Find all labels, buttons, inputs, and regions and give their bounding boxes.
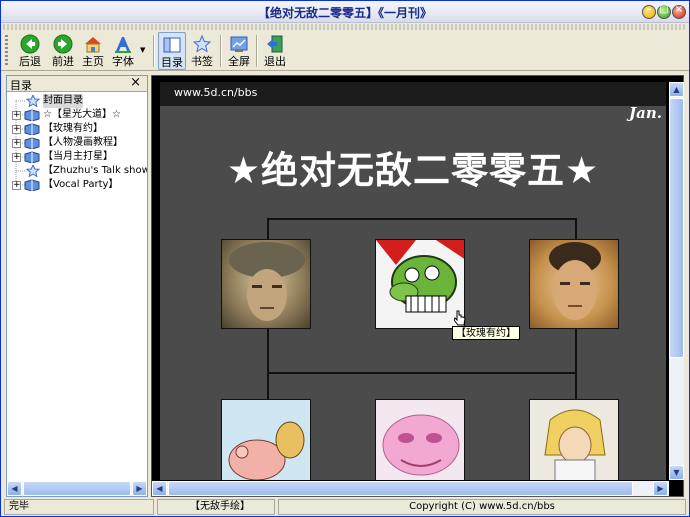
fullscreen-label: 全屏 (228, 55, 250, 68)
expand-icon[interactable]: + (12, 111, 21, 120)
green-monster-image (376, 240, 464, 313)
scroll-left-icon[interactable]: ◀ (7, 481, 22, 496)
thumbnail-soldier[interactable] (221, 239, 311, 329)
toc-tree: 封面目录 + ☆【星光大道】☆ + 【玫瑰有约】 + 【人物漫画教程】 + 【当… (7, 94, 147, 479)
maximize-button[interactable]: □ (657, 4, 671, 19)
thumbnail-pig-cartoon[interactable] (221, 399, 311, 480)
content-horizontal-scrollbar[interactable]: ◀ ▶ (152, 481, 669, 496)
bookmark-label: 书签 (191, 55, 213, 68)
title-bar[interactable]: 【绝对无敌二零零五】《一月刊》 – □ × (1, 1, 689, 23)
exit-door-icon (267, 35, 283, 53)
scroll-thumb[interactable] (23, 481, 131, 496)
book-icon (24, 151, 40, 163)
forward-label: 前进 (52, 55, 74, 68)
font-button[interactable]: 字体 (109, 32, 137, 70)
exit-button[interactable]: 退出 (261, 32, 289, 70)
pig-cartoon-image (228, 421, 305, 480)
scroll-thumb[interactable] (669, 98, 684, 358)
sidebar-horizontal-scrollbar[interactable]: ◀ ▶ (7, 481, 147, 496)
close-button[interactable]: × (672, 4, 686, 19)
home-icon (85, 37, 101, 53)
font-label: 字体 (112, 55, 134, 68)
star-page-icon (25, 165, 41, 177)
toc-label: 目录 (161, 56, 183, 69)
soldier-portrait-image (229, 242, 305, 321)
expand-icon[interactable]: + (12, 181, 21, 190)
scroll-right-icon[interactable]: ▶ (132, 481, 147, 496)
tree-item-label: 【玫瑰有约】 (43, 123, 103, 134)
expand-icon[interactable]: + (12, 139, 21, 148)
star-page-icon (25, 95, 41, 107)
forward-button[interactable]: 前进 (48, 32, 78, 70)
toolbar-separator (220, 35, 222, 67)
toolbar-grip[interactable] (5, 35, 8, 65)
bookmark-button[interactable]: 书签 (188, 32, 216, 70)
man-portrait-image (549, 242, 601, 320)
font-icon (115, 37, 131, 53)
fullscreen-icon (230, 36, 248, 52)
tree-item-label: ☆【星光大道】☆ (43, 109, 121, 120)
status-bar: 完毕 【无敌手绘】 Copyright (C) www.5d.cn/bbs (1, 499, 689, 516)
magazine-page: www.5d.cn/bbs Jan. ★绝对无敌二零零五★ 【玫瑰有约】 (160, 82, 666, 480)
thumbnail-green-monster[interactable] (375, 239, 465, 329)
status-text: 完毕 (4, 499, 154, 515)
dropdown-arrow-icon: ▼ (140, 46, 146, 54)
book-icon (24, 109, 40, 121)
hand-cursor-icon (454, 310, 466, 326)
fullscreen-button[interactable]: 全屏 (225, 32, 253, 70)
toc-panel-icon (163, 37, 181, 53)
back-arrow-icon (20, 34, 40, 54)
book-icon (24, 137, 40, 149)
frame-line (267, 218, 577, 220)
tree-item-label: 【人物漫画教程】 (43, 137, 123, 148)
content-vertical-scrollbar[interactable]: ▲ ▼ (669, 82, 684, 480)
tree-item-label: 封面目录 (43, 94, 83, 108)
thumbnail-blonde-character[interactable] (529, 399, 619, 480)
site-url[interactable]: www.5d.cn/bbs (174, 86, 257, 99)
scroll-up-icon[interactable]: ▲ (669, 82, 684, 97)
sidebar-close-icon[interactable]: × (130, 75, 141, 90)
pink-creature-image (382, 414, 460, 476)
scroll-right-icon[interactable]: ▶ (653, 481, 668, 496)
exit-label: 退出 (264, 55, 286, 68)
sidebar-title: 目录 (10, 79, 32, 92)
tooltip: 【玫瑰有约】 (452, 326, 520, 340)
issue-tag: Jan. (629, 104, 662, 122)
magazine-headline: ★绝对无敌二零零五★ (226, 149, 600, 192)
toc-button[interactable]: 目录 (158, 32, 186, 70)
scroll-down-icon[interactable]: ▼ (669, 465, 684, 480)
window-title: 【绝对无敌二零零五】《一月刊》 (257, 6, 432, 20)
back-button[interactable]: 后退 (15, 32, 45, 70)
status-copyright: Copyright (C) www.5d.cn/bbs (278, 499, 686, 515)
home-label: 主页 (82, 55, 104, 68)
menu-strip (3, 24, 687, 30)
toolbar-separator (256, 35, 258, 67)
toolbar: 后退 前进 主页 字体 ▼ 目录 书签 全屏 退出 (1, 31, 689, 71)
thumbnail-man-portrait[interactable] (529, 239, 619, 329)
expand-icon[interactable]: + (12, 153, 21, 162)
thumbnail-pink-creature[interactable] (375, 399, 465, 480)
tree-item-label: 【Zhuzhu's Talk show】 (43, 165, 147, 176)
star-icon (192, 34, 212, 53)
app-window: 【绝对无敌二零零五】《一月刊》 – □ × 后退 前进 主页 字体 ▼ 目录 书… (0, 0, 690, 517)
expand-icon[interactable]: + (12, 125, 21, 134)
book-icon (24, 179, 40, 191)
blonde-character-image (544, 409, 606, 480)
toc-sidebar: 目录 × 封面目录 + ☆【星光大道】☆ + 【玫瑰有约】 + 【人物漫画教程】… (6, 75, 148, 497)
home-button[interactable]: 主页 (80, 32, 106, 70)
toolbar-separator (153, 35, 155, 67)
scroll-thumb[interactable] (168, 481, 633, 496)
scroll-left-icon[interactable]: ◀ (152, 481, 167, 496)
book-icon (24, 123, 40, 135)
font-dropdown-button[interactable]: ▼ (139, 32, 149, 70)
content-viewer: www.5d.cn/bbs Jan. ★绝对无敌二零零五★ 【玫瑰有约】 ▲ ▼… (151, 75, 684, 497)
sidebar-header: 目录 × (7, 75, 147, 92)
forward-arrow-icon (53, 34, 73, 54)
tree-item-label: 【当月主打星】 (43, 151, 113, 162)
frame-line (267, 372, 577, 374)
status-section: 【无敌手绘】 (157, 499, 275, 515)
tree-item-label: 【Vocal Party】 (43, 179, 119, 190)
minimize-button[interactable]: – (642, 4, 656, 19)
back-label: 后退 (19, 55, 41, 68)
